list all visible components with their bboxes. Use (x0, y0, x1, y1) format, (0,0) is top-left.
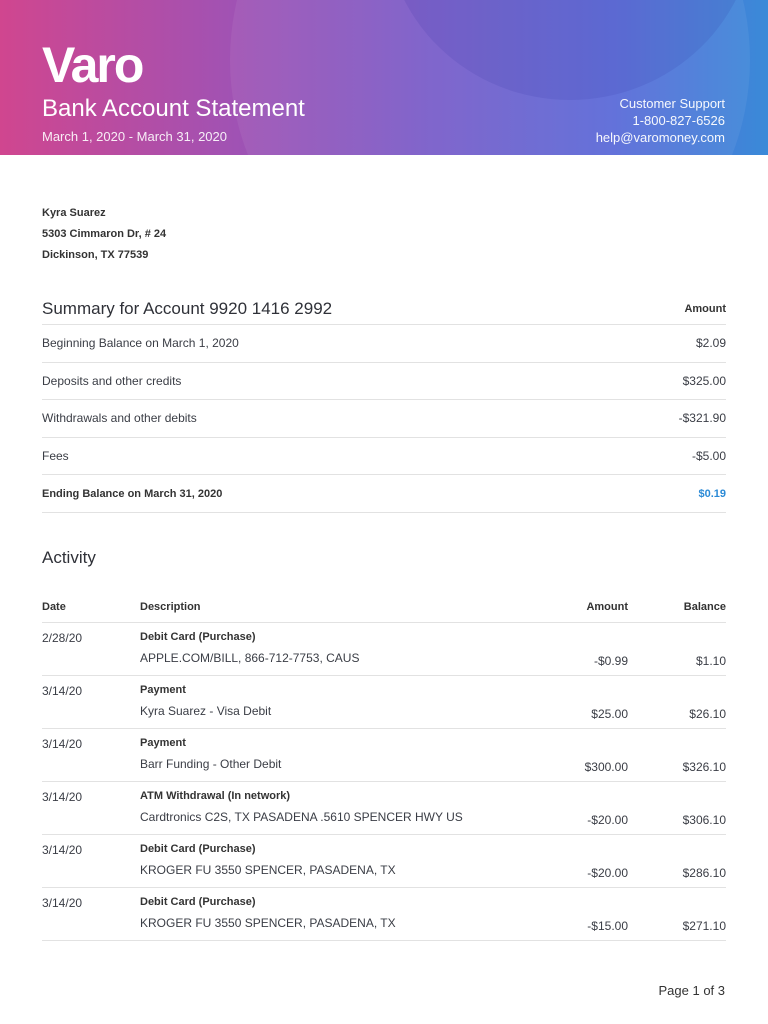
summary-title: Summary for Account 9920 1416 2992 (42, 298, 333, 318)
row-description: Payment Barr Funding - Other Debit (140, 737, 528, 781)
summary-row: Fees -$5.00 (42, 438, 726, 476)
row-date: 3/14/20 (42, 684, 83, 698)
amount-header: Amount (586, 601, 628, 613)
customer-name: Kyra Suarez (42, 207, 106, 219)
row-amount: -$0.99 (593, 654, 628, 668)
summary-label: Ending Balance on March 31, 2020 (42, 487, 223, 500)
date-header: Date (42, 601, 66, 613)
statement-header: Varo Bank Account Statement March 1, 202… (0, 0, 768, 155)
statement-title: Bank Account Statement (42, 95, 305, 122)
summary-label: Deposits and other credits (42, 373, 182, 388)
support-phone[interactable]: 1-800-827-6526 (596, 112, 725, 129)
summary-table: Beginning Balance on March 1, 2020 $2.09 D… (42, 325, 726, 513)
transaction-detail: KROGER FU 3550 SPENCER, PASADENA, TX (140, 916, 396, 930)
table-row: 3/14/20 Payment Barr Funding - Other Debi… (42, 729, 726, 782)
row-date: 3/14/20 (42, 737, 83, 751)
row-date: 2/28/20 (42, 631, 83, 645)
row-balance: $1.10 (695, 654, 726, 668)
row-balance: $286.10 (682, 866, 726, 880)
row-amount: $25.00 (591, 707, 628, 721)
address-line-1: 5303 Cimmaron Dr, # 24 (42, 228, 167, 240)
table-row: 3/14/20 Debit Card (Purchase) KROGER FU 3… (42, 835, 726, 888)
summary-value: -$5.00 (691, 449, 726, 464)
activity-table: 2/28/20 Debit Card (Purchase) APPLE.COM/B… (42, 623, 726, 941)
customer-address: Kyra Suarez 5303 Cimmaron Dr, # 24 Dicki… (42, 203, 166, 266)
summary-value: $2.09 (695, 336, 726, 351)
row-date: 3/14/20 (42, 896, 83, 910)
transaction-type: Debit Card (Purchase) (140, 631, 256, 643)
summary-value: $325.00 (682, 373, 726, 388)
address-line-2: Dickinson, TX 77539 (42, 249, 149, 261)
support-label: Customer Support (619, 96, 726, 111)
activity-title: Activity (42, 548, 96, 567)
balance-header: Balance (683, 601, 726, 613)
transaction-type: Payment (140, 684, 186, 696)
summary-value: $0.19 (698, 487, 726, 500)
row-description: Debit Card (Purchase) KROGER FU 3550 SPEN… (140, 843, 528, 887)
row-balance: $26.10 (689, 707, 726, 721)
summary-row: Beginning Balance on March 1, 2020 $2.09 (42, 325, 726, 363)
row-amount: -$20.00 (587, 813, 628, 827)
transaction-type: Debit Card (Purchase) (140, 843, 256, 855)
transaction-detail: KROGER FU 3550 SPENCER, PASADENA, TX (140, 863, 396, 877)
row-date: 3/14/20 (42, 790, 83, 804)
row-description: Debit Card (Purchase) APPLE.COM/BILL, 866… (140, 631, 528, 675)
page-number: Page 1 of 3 (658, 983, 726, 998)
row-date: 3/14/20 (42, 843, 83, 857)
transaction-detail: APPLE.COM/BILL, 866-712-7753, CAUS (140, 651, 360, 665)
table-row: 2/28/20 Debit Card (Purchase) APPLE.COM/B… (42, 623, 726, 676)
varo-logo: Varo (42, 37, 144, 93)
row-amount: -$15.00 (587, 919, 628, 933)
row-amount: -$20.00 (587, 866, 628, 880)
amount-header: Amount (684, 302, 726, 315)
activity-table-header: Date Description Amount Balance (42, 592, 726, 623)
transaction-type: ATM Withdrawal (In network) (140, 790, 291, 802)
transaction-type: Payment (140, 737, 186, 749)
transaction-detail: Cardtronics C2S, TX PASADENA .5610 SPENC… (140, 810, 463, 824)
row-balance: $306.10 (682, 813, 726, 827)
summary-label: Fees (42, 449, 69, 464)
row-balance: $326.10 (682, 760, 726, 774)
summary-label: Beginning Balance on March 1, 2020 (42, 336, 239, 351)
support-email[interactable]: help@varomoney.com (596, 129, 725, 146)
row-description: Debit Card (Purchase) KROGER FU 3550 SPEN… (140, 896, 528, 940)
description-header: Description (140, 601, 201, 613)
transaction-detail: Kyra Suarez - Visa Debit (140, 704, 272, 718)
summary-label: Withdrawals and other debits (42, 411, 197, 426)
table-row: 3/14/20 Payment Kyra Suarez - Visa Debit … (42, 676, 726, 729)
summary-header: Summary for Account 9920 1416 2992 Amoun… (42, 293, 726, 325)
table-row: 3/14/20 Debit Card (Purchase) KROGER FU 3… (42, 888, 726, 941)
row-amount: $300.00 (584, 760, 628, 774)
summary-value: -$321.90 (678, 411, 726, 426)
summary-row: Ending Balance on March 31, 2020 $0.19 (42, 475, 726, 513)
row-description: ATM Withdrawal (In network) Cardtronics C… (140, 790, 528, 834)
transaction-detail: Barr Funding - Other Debit (140, 757, 282, 771)
summary-row: Withdrawals and other debits -$321.90 (42, 400, 726, 438)
row-description: Payment Kyra Suarez - Visa Debit (140, 684, 528, 728)
transaction-type: Debit Card (Purchase) (140, 896, 256, 908)
customer-support: Customer Support 1-800-827-6526 help@var… (596, 95, 725, 146)
row-balance: $271.10 (682, 919, 726, 933)
table-row: 3/14/20 ATM Withdrawal (In network) Cardt… (42, 782, 726, 835)
summary-row: Deposits and other credits $325.00 (42, 363, 726, 401)
statement-period: March 1, 2020 - March 31, 2020 (42, 129, 227, 144)
